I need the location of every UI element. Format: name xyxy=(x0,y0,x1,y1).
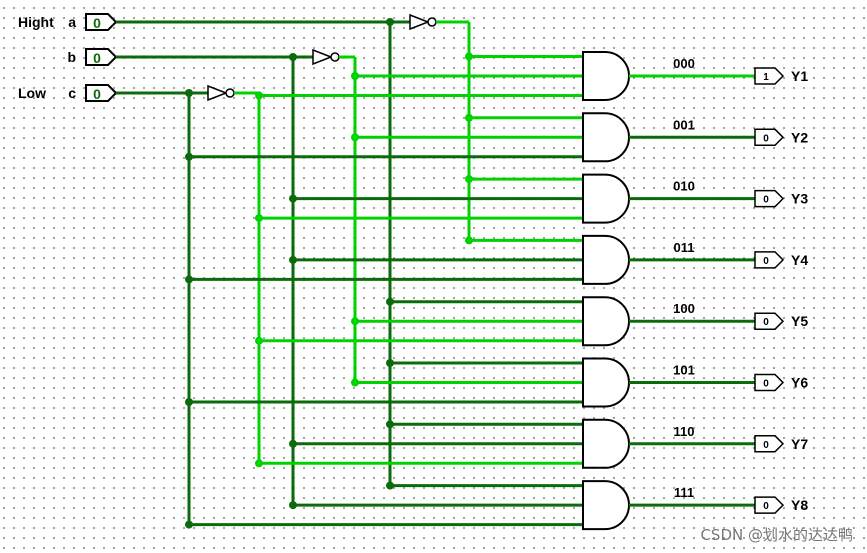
junction-dot xyxy=(465,175,473,184)
and-gate-icon xyxy=(582,234,630,285)
junction-dot xyxy=(351,72,359,80)
junction-dot xyxy=(289,194,297,203)
junction-dot xyxy=(289,439,297,448)
output-code-label: 101 xyxy=(673,363,695,378)
junction-dot xyxy=(255,336,263,345)
and-gate-icon xyxy=(582,357,630,408)
input-name-c: c xyxy=(68,85,76,101)
output-pin-Y3: 0 xyxy=(754,189,785,208)
junction-dot xyxy=(255,91,263,100)
output-name: Y5 xyxy=(791,313,808,329)
junction-dot xyxy=(185,152,193,161)
pin-value: 0 xyxy=(763,317,769,328)
junction-dot xyxy=(465,52,473,61)
input-name-b: b xyxy=(67,49,76,65)
not-gate-icon xyxy=(409,13,431,31)
pin-body xyxy=(85,84,118,102)
output-name: Y2 xyxy=(791,129,808,145)
output-name: Y4 xyxy=(791,252,808,268)
pin-value: 0 xyxy=(763,256,769,267)
output-pin-Y6: 0 xyxy=(754,373,785,392)
junction-dot xyxy=(185,398,193,406)
output-name: Y1 xyxy=(791,68,808,84)
junction-dot xyxy=(185,89,193,97)
input-pin-b[interactable]: 0 xyxy=(85,48,118,66)
pin-value: 1 xyxy=(763,72,769,83)
pin-value: 0 xyxy=(763,501,769,512)
pin-body xyxy=(754,67,785,85)
pin-value: 0 xyxy=(93,15,101,31)
and-gate-icon xyxy=(582,112,630,163)
junction-dot xyxy=(289,255,297,264)
junction-dot xyxy=(351,133,359,142)
not-gate-bubble xyxy=(330,52,340,62)
pin-body xyxy=(754,373,785,392)
input-pin-a[interactable]: 0 xyxy=(85,13,118,31)
not-gate-icon xyxy=(207,84,229,102)
junction-dot xyxy=(289,501,297,510)
junction-dot xyxy=(386,359,394,367)
pin-value: 0 xyxy=(763,440,769,451)
output-pin-Y5: 0 xyxy=(754,312,785,330)
pin-body xyxy=(754,189,785,208)
pin-body xyxy=(85,48,118,66)
junction-dot xyxy=(351,378,359,387)
and-gate-icon xyxy=(582,173,630,224)
output-pin-Y2: 0 xyxy=(754,128,785,147)
output-code-label: 100 xyxy=(673,301,695,316)
pin-body xyxy=(754,251,785,269)
watermark: CSDN @划水的达达鸭 xyxy=(700,526,853,544)
output-code-label: 010 xyxy=(673,179,695,194)
junction-dot xyxy=(185,520,193,529)
output-code-label: 111 xyxy=(674,485,694,500)
junction-dot xyxy=(386,481,394,490)
pin-body xyxy=(754,435,785,453)
pin-value: 0 xyxy=(763,379,769,390)
junction-dot xyxy=(289,53,297,61)
junction-dot xyxy=(185,275,193,284)
input-side-label: Low xyxy=(18,85,46,101)
pin-body xyxy=(754,312,785,330)
output-code-label: 001 xyxy=(673,117,695,132)
junction-dot xyxy=(255,214,263,223)
junction-dot xyxy=(465,236,473,245)
output-name: Y6 xyxy=(791,375,808,391)
logisim-canvas[interactable]: 0 a Hight 0 b 0 c Low 000 1 Y1 001 0 Y2 010 0 Y3 011 0 Y4 10… xyxy=(0,0,867,553)
pin-body xyxy=(85,13,118,31)
not-gate-icon xyxy=(312,48,334,66)
junction-dot xyxy=(465,113,473,122)
output-pin-Y4: 0 xyxy=(754,251,785,269)
not-gate-bubble xyxy=(427,17,437,27)
pin-value: 0 xyxy=(763,133,769,144)
junction-dot xyxy=(351,317,359,326)
and-gate-icon xyxy=(582,296,630,347)
and-gate-icon xyxy=(582,51,630,101)
output-pin-Y8: 0 xyxy=(754,496,785,514)
output-name: Y7 xyxy=(791,436,808,452)
output-pin-Y7: 0 xyxy=(754,435,785,453)
input-pin-c[interactable]: 0 xyxy=(85,84,118,102)
not-gate-bubble xyxy=(225,88,235,98)
junction-dot xyxy=(386,18,394,26)
output-code-label: 000 xyxy=(673,56,695,71)
output-pin-Y1: 1 xyxy=(754,67,785,85)
output-code-label: 011 xyxy=(674,240,695,255)
pin-value: 0 xyxy=(763,195,769,206)
pin-value: 0 xyxy=(93,50,101,66)
input-side-label: Hight xyxy=(18,14,54,30)
and-gate-icon xyxy=(582,480,630,531)
output-code-label: 110 xyxy=(674,424,695,439)
output-name: Y3 xyxy=(791,191,808,207)
junction-dot xyxy=(386,420,394,429)
pin-value: 0 xyxy=(93,86,101,102)
output-name: Y8 xyxy=(791,497,808,513)
pin-body xyxy=(754,128,785,147)
and-gate-icon xyxy=(582,418,630,469)
input-name-a: a xyxy=(68,14,76,30)
pin-body xyxy=(754,496,785,514)
decoder-circuit: 0aHight0b0cLow0001 Y10010 Y20100 Y30110 Y410… xyxy=(18,13,808,531)
junction-dot xyxy=(386,297,394,306)
junction-dot xyxy=(255,459,263,468)
